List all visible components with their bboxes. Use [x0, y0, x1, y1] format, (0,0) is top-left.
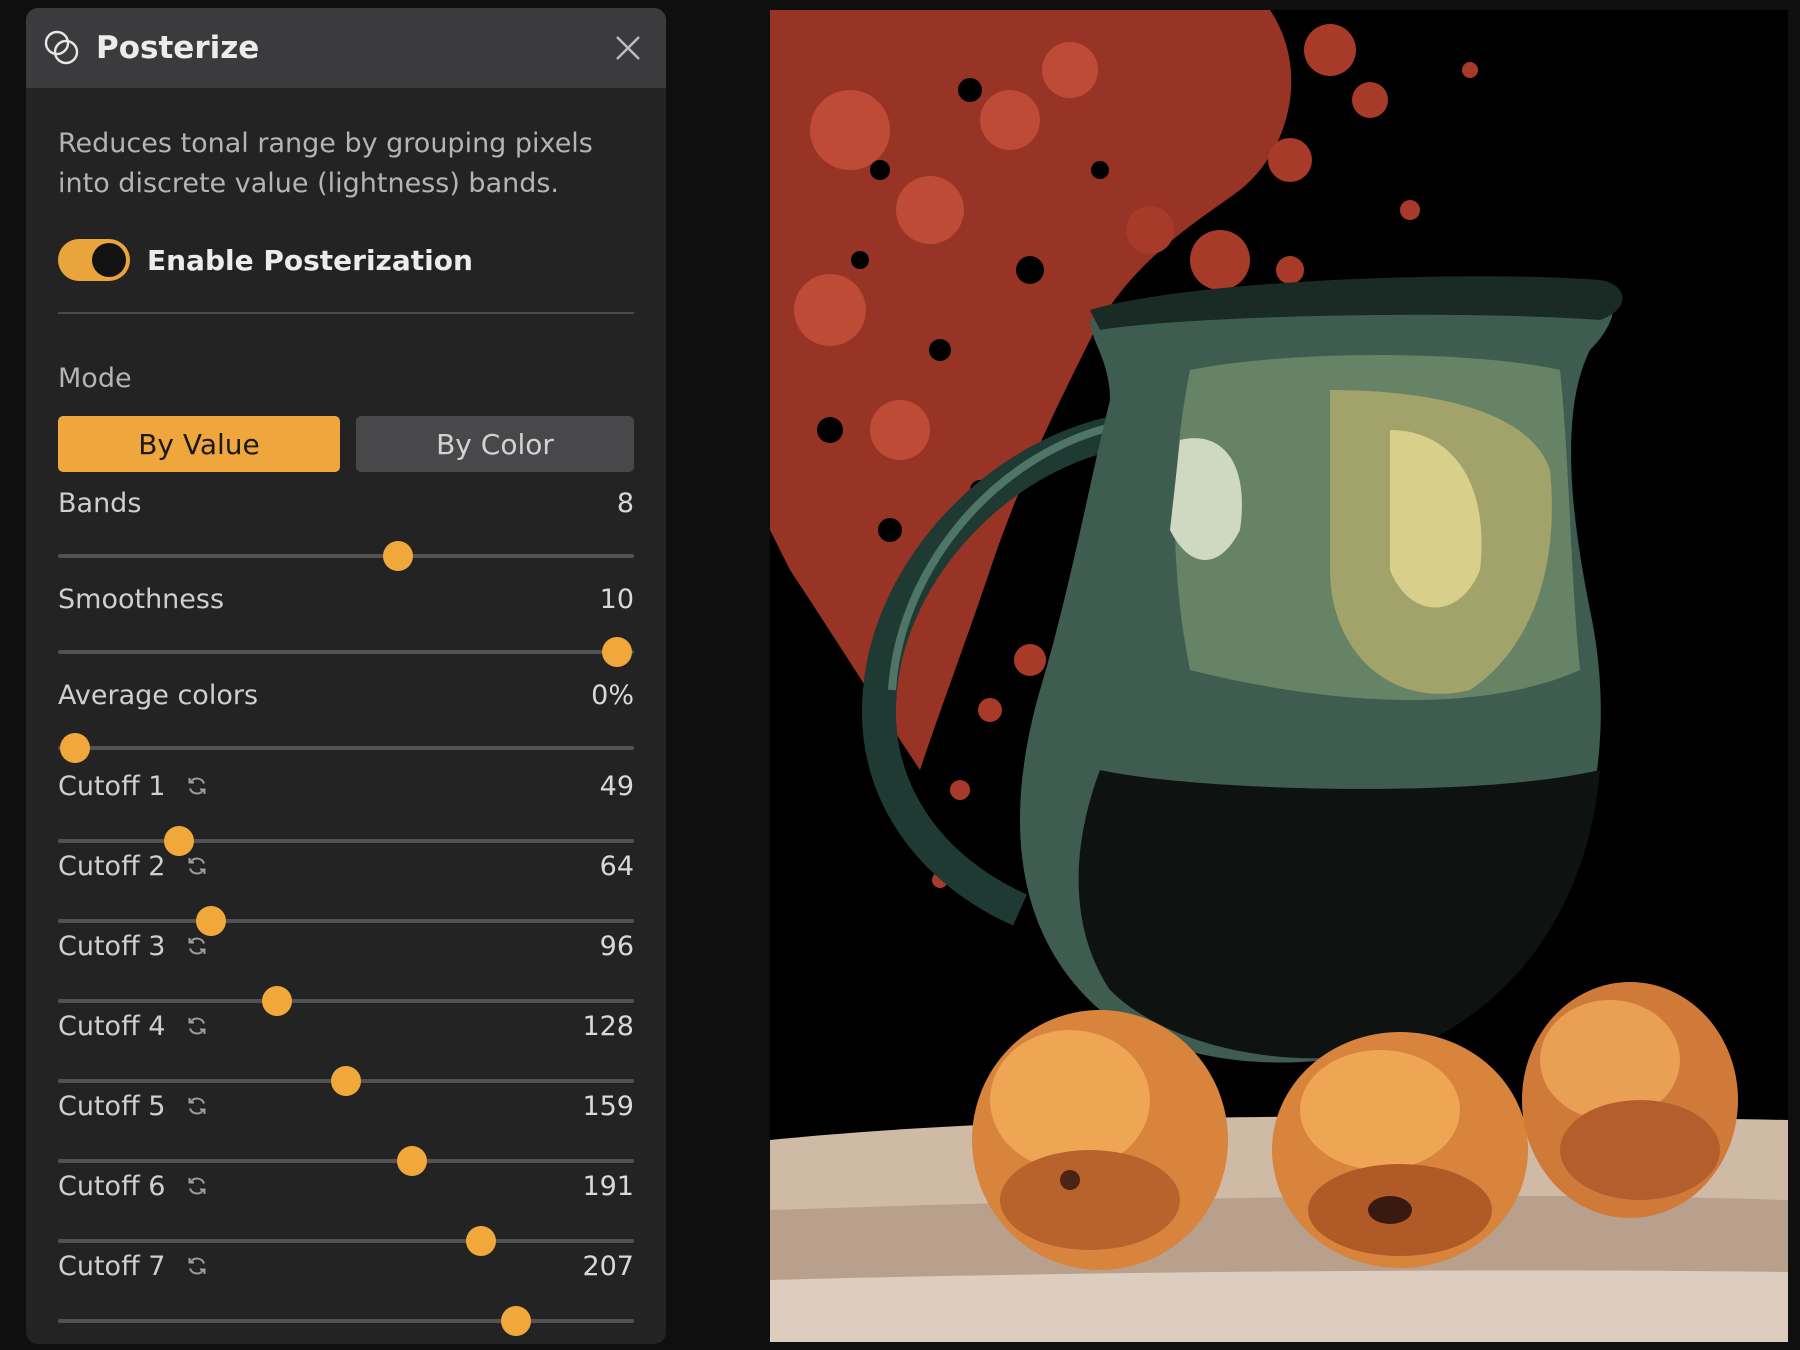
slider-label: Average colors	[58, 679, 259, 711]
slider-value: 96	[599, 930, 634, 962]
slider-label: Cutoff 1	[58, 770, 166, 802]
slider-thumb[interactable]	[601, 637, 632, 667]
mode-segmented-control: By Value By Color	[58, 416, 634, 472]
slider-track[interactable]	[58, 986, 634, 1016]
slider-cutoff-6: Cutoff 6 191	[58, 1169, 634, 1256]
slider-cutoff-4: Cutoff 4 128	[58, 1009, 634, 1096]
slider-value: 159	[582, 1090, 634, 1122]
panel-description: Reduces tonal range by grouping pixels i…	[58, 128, 593, 199]
slider-label: Cutoff 4	[58, 1010, 166, 1042]
slider-label: Cutoff 2	[58, 850, 166, 882]
slider-label: Cutoff 6	[58, 1170, 166, 1202]
slider-label: Cutoff 5	[58, 1090, 166, 1122]
slider-average-colors: Average colors 0%	[58, 678, 634, 763]
slider-value: 10	[599, 583, 634, 615]
slider-label: Cutoff 3	[58, 930, 166, 962]
toggle-knob	[92, 243, 126, 277]
panel-header: Posterize	[26, 8, 666, 88]
enable-posterization-toggle[interactable]	[58, 239, 130, 281]
slider-track[interactable]	[58, 733, 634, 763]
slider-value: 8	[616, 487, 634, 519]
slider-track[interactable]	[58, 1306, 634, 1336]
slider-label: Cutoff 7	[58, 1250, 166, 1282]
slider-track[interactable]	[58, 1146, 634, 1176]
slider-track[interactable]	[58, 637, 634, 667]
slider-track[interactable]	[58, 1066, 634, 1096]
reset-icon[interactable]	[185, 1174, 209, 1198]
slider-track[interactable]	[58, 826, 634, 856]
slider-smoothness: Smoothness 10	[58, 582, 634, 667]
slider-value: 0%	[591, 679, 634, 711]
enable-posterization-label: Enable Posterization	[147, 243, 473, 277]
slider-value: 128	[582, 1010, 634, 1042]
slider-cutoff-1: Cutoff 1 49	[58, 769, 634, 856]
overlapping-circles-icon	[42, 28, 82, 68]
reset-icon[interactable]	[185, 1254, 209, 1278]
slider-thumb[interactable]	[382, 541, 413, 571]
mode-label: Mode	[58, 363, 132, 394]
close-icon[interactable]	[610, 30, 646, 66]
divider	[58, 312, 634, 314]
slider-value: 49	[599, 770, 634, 802]
slider-label: Smoothness	[58, 583, 225, 615]
slider-cutoff-3: Cutoff 3 96	[58, 929, 634, 1016]
mode-by-value-button[interactable]: By Value	[58, 416, 340, 472]
slider-thumb[interactable]	[500, 1306, 531, 1336]
reset-icon[interactable]	[185, 854, 209, 878]
panel-title: Posterize	[96, 30, 260, 66]
slider-track[interactable]	[58, 906, 634, 936]
slider-thumb[interactable]	[60, 733, 91, 763]
mode-by-color-button[interactable]: By Color	[356, 416, 634, 472]
slider-value: 64	[599, 850, 634, 882]
reset-icon[interactable]	[185, 1094, 209, 1118]
reset-icon[interactable]	[185, 1014, 209, 1038]
slider-value: 191	[582, 1170, 634, 1202]
posterized-still-life-image	[770, 10, 1788, 1342]
reset-icon[interactable]	[185, 774, 209, 798]
slider-cutoff-5: Cutoff 5 159	[58, 1089, 634, 1176]
slider-cutoff-7: Cutoff 7 207	[58, 1249, 634, 1336]
slider-track[interactable]	[58, 541, 634, 571]
slider-cutoff-2: Cutoff 2 64	[58, 849, 634, 936]
reset-icon[interactable]	[185, 934, 209, 958]
slider-track[interactable]	[58, 1226, 634, 1256]
slider-bands: Bands 8	[58, 486, 634, 571]
enable-toggle-row: Enable Posterization	[58, 238, 634, 282]
slider-value: 207	[582, 1250, 634, 1282]
slider-label: Bands	[58, 487, 142, 519]
posterized-image-canvas[interactable]	[770, 10, 1788, 1342]
